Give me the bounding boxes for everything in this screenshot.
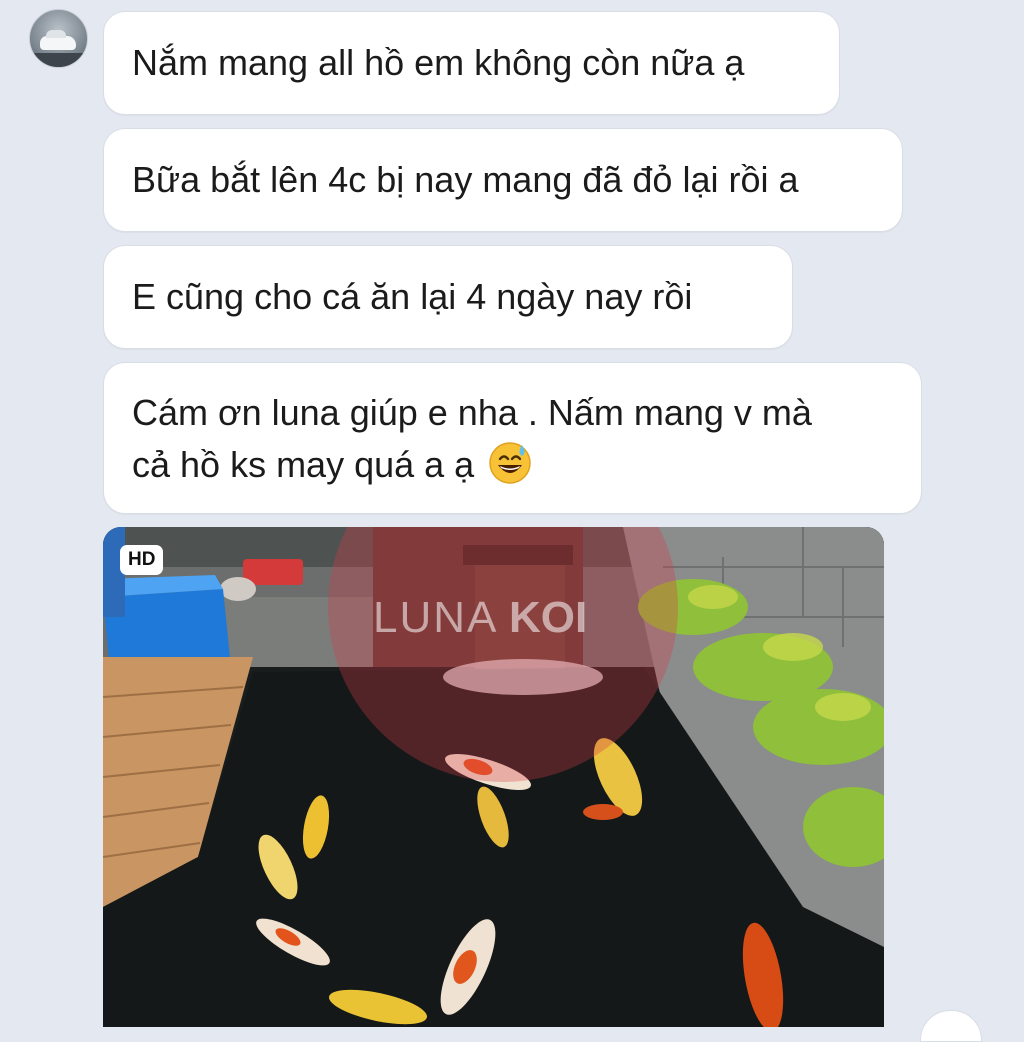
message-text-line: Cám ơn luna giúp e nha . Nấm mang v mà [132, 392, 812, 433]
avatar[interactable] [29, 9, 88, 68]
message-bubble[interactable]: Nắm mang all hồ em không còn nữa ạ [103, 11, 840, 115]
watermark-text-left: LUNA [373, 593, 498, 642]
message-bubble[interactable]: Cám ơn luna giúp e nha . Nấm mang v mà c… [103, 362, 922, 514]
message-text: E cũng cho cá ăn lại 4 ngày nay rồi [132, 276, 693, 317]
message-text: Nắm mang all hồ em không còn nữa ạ [132, 42, 745, 83]
car-icon [40, 30, 76, 50]
message-bubble[interactable]: Bữa bắt lên 4c bị nay mang đã đỏ lại rồi… [103, 128, 903, 232]
avatar-ground [30, 53, 87, 67]
watermark-text-right: KOI [509, 593, 587, 642]
message-bubble[interactable]: E cũng cho cá ăn lại 4 ngày nay rồi [103, 245, 793, 349]
hd-badge: HD [120, 545, 164, 575]
grinning-sweat-emoji-icon [489, 442, 531, 484]
koi-pond-photo[interactable]: LUNA KOI [103, 527, 884, 1027]
koi-pond-image: LUNA KOI [103, 527, 884, 1027]
message-text: Bữa bắt lên 4c bị nay mang đã đỏ lại rồi… [132, 159, 799, 200]
message-text-line: cả hồ ks may quá a ạ [132, 444, 475, 485]
scroll-indicator[interactable] [920, 1010, 982, 1042]
